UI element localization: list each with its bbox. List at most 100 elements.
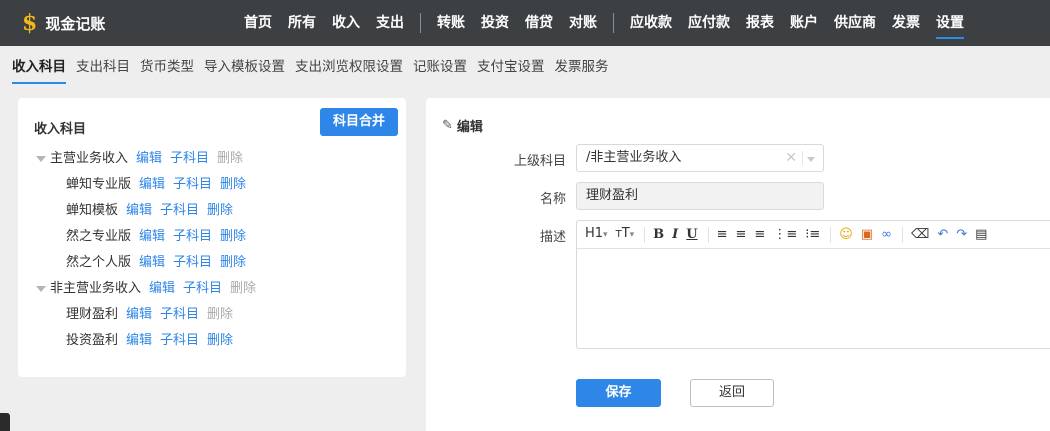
tree-node: 主营业务收入 编辑 子科目 删除 xyxy=(36,146,396,172)
add-child-link[interactable]: 子科目 xyxy=(160,305,199,325)
nav-item[interactable]: 供应商 xyxy=(826,0,884,46)
app-logo[interactable]: $ 现金记账 xyxy=(22,12,232,34)
nav-item[interactable]: 账户 xyxy=(782,0,826,46)
edit-panel: ✎ 编辑 上级科目 /非主营业务收入 ✕ 名称 理财盈利 描述 H1▾ TT▾ … xyxy=(426,98,1050,431)
emoji-icon[interactable]: ☺ xyxy=(839,227,853,243)
ordered-list-icon[interactable]: ⋮≡ xyxy=(773,227,797,243)
tree-node: 非主营业务收入 编辑 子科目 删除 xyxy=(36,276,396,302)
settings-tab[interactable]: 支出浏览权限设置 xyxy=(295,46,403,88)
underline-icon[interactable]: U xyxy=(686,227,697,243)
edit-link[interactable]: 编辑 xyxy=(126,201,152,221)
delete-link[interactable]: 删除 xyxy=(220,175,246,195)
caret-down-icon[interactable] xyxy=(36,156,46,162)
italic-icon[interactable]: I xyxy=(672,227,678,243)
nav-divider xyxy=(420,13,421,33)
settings-tab[interactable]: 收入科目 xyxy=(12,46,66,88)
nav-item[interactable]: 投资 xyxy=(473,0,517,46)
tree-node-label: 然之专业版 xyxy=(66,229,132,244)
edit-heading: ✎ 编辑 xyxy=(442,116,483,135)
edit-link[interactable]: 编辑 xyxy=(149,279,175,299)
align-right-icon[interactable]: ≡ xyxy=(754,227,765,243)
delete-link[interactable]: 删除 xyxy=(207,201,233,221)
add-child-link[interactable]: 子科目 xyxy=(173,175,212,195)
editor-toolbar: H1▾ TT▾ B I U ≡ ≡ ≡ ⋮≡ ⁝≡ ☺ ▣ ∞ ⌫ ↶ ↷ ▤ xyxy=(577,221,1050,249)
edit-link[interactable]: 编辑 xyxy=(126,331,152,351)
add-child-link[interactable]: 子科目 xyxy=(170,149,209,169)
top-navbar: $ 现金记账 首页 所有 收入 支出 转账 投资 借贷 对账 应收款 应付款 报表 账户 供应商 发票 设置 xyxy=(0,0,1050,46)
link-icon[interactable]: ∞ xyxy=(881,227,892,243)
nav-item[interactable]: 发票 xyxy=(884,0,928,46)
settings-tab[interactable]: 支出科目 xyxy=(76,46,130,88)
clear-icon[interactable]: ✕ xyxy=(785,151,797,165)
delete-link: 删除 xyxy=(217,151,244,166)
delete-link[interactable]: 删除 xyxy=(207,331,233,351)
chevron-down-icon[interactable] xyxy=(807,157,815,162)
delete-link[interactable]: 删除 xyxy=(220,227,246,247)
add-child-link[interactable]: 子科目 xyxy=(160,201,199,221)
align-center-icon[interactable]: ≡ xyxy=(736,227,747,243)
add-child-link[interactable]: 子科目 xyxy=(173,227,212,247)
edit-link[interactable]: 编辑 xyxy=(139,227,165,247)
panel-title: 收入科目 xyxy=(34,122,87,137)
unordered-list-icon[interactable]: ⁝≡ xyxy=(805,227,820,243)
dollar-logo-icon: $ xyxy=(22,10,38,36)
add-child-link[interactable]: 子科目 xyxy=(183,279,222,299)
nav-item[interactable]: 收入 xyxy=(324,0,368,46)
font-size-dropdown[interactable]: TT▾ xyxy=(616,226,635,243)
undo-icon[interactable]: ↶ xyxy=(937,227,948,243)
parent-subject-select[interactable]: /非主营业务收入 ✕ xyxy=(576,144,824,172)
tree-child-node: 理财盈利 编辑 子科目 删除 xyxy=(36,302,396,328)
add-child-link[interactable]: 子科目 xyxy=(160,331,199,351)
heading-dropdown[interactable]: H1▾ xyxy=(585,226,608,243)
toolbar-divider xyxy=(707,226,709,243)
caret-down-icon[interactable] xyxy=(36,286,46,292)
source-icon[interactable]: ▤ xyxy=(975,227,987,243)
settings-tab[interactable]: 货币类型 xyxy=(140,46,194,88)
nav-item[interactable]: 应付款 xyxy=(680,0,738,46)
merge-subjects-button[interactable]: 科目合并 xyxy=(320,108,398,136)
edit-link[interactable]: 编辑 xyxy=(126,305,152,325)
settings-tab[interactable]: 导入模板设置 xyxy=(204,46,285,88)
image-icon[interactable]: ▣ xyxy=(861,227,873,243)
edit-link[interactable]: 编辑 xyxy=(139,253,165,273)
name-label: 名称 xyxy=(539,192,566,207)
parent-subject-value: /非主营业务收入 xyxy=(586,150,682,165)
bold-icon[interactable]: B xyxy=(653,227,664,243)
nav-item[interactable]: 支出 xyxy=(368,0,412,46)
settings-tab[interactable]: 支付宝设置 xyxy=(477,46,545,88)
redo-icon[interactable]: ↷ xyxy=(956,227,967,243)
pencil-icon: ✎ xyxy=(442,118,453,133)
edit-link[interactable]: 编辑 xyxy=(139,175,165,195)
tree-child-node: 然之个人版 编辑 子科目 删除 xyxy=(36,250,396,276)
nav-item[interactable]: 借贷 xyxy=(517,0,561,46)
edit-link[interactable]: 编辑 xyxy=(136,149,162,169)
description-label: 描述 xyxy=(539,230,566,245)
nav-item[interactable]: 应收款 xyxy=(622,0,680,46)
tree-child-node: 蝉知专业版 编辑 子科目 删除 xyxy=(36,172,396,198)
toolbar-divider xyxy=(830,226,832,243)
settings-tab[interactable]: 发票服务 xyxy=(555,46,609,88)
tree-node-label: 蝉知模板 xyxy=(66,203,119,218)
save-button[interactable]: 保存 xyxy=(576,379,661,407)
tree-node-label: 投资盈利 xyxy=(66,333,119,348)
description-editor[interactable]: H1▾ TT▾ B I U ≡ ≡ ≡ ⋮≡ ⁝≡ ☺ ▣ ∞ ⌫ ↶ ↷ ▤ xyxy=(576,220,1050,349)
nav-item[interactable]: 报表 xyxy=(738,0,782,46)
tree-node-label: 蝉知专业版 xyxy=(66,177,132,192)
add-child-link[interactable]: 子科目 xyxy=(173,253,212,273)
align-left-icon[interactable]: ≡ xyxy=(717,227,728,243)
name-field[interactable]: 理财盈利 xyxy=(576,182,824,210)
nav-item[interactable]: 对账 xyxy=(561,0,605,46)
nav-item[interactable]: 首页 xyxy=(236,0,280,46)
eraser-icon[interactable]: ⌫ xyxy=(911,227,929,243)
settings-tab[interactable]: 记账设置 xyxy=(413,46,467,88)
nav-item[interactable]: 转账 xyxy=(429,0,473,46)
subject-tree: 主营业务收入 编辑 子科目 删除 蝉知专业版 编辑 子科目 删除 蝉知模板 编辑 子科目 删除 然之专业… xyxy=(36,146,396,354)
edit-heading-label: 编辑 xyxy=(456,120,483,135)
tree-node-label: 非主营业务收入 xyxy=(50,281,142,296)
delete-link[interactable]: 删除 xyxy=(220,253,246,273)
parent-subject-label: 上级科目 xyxy=(513,154,566,169)
nav-item[interactable]: 所有 xyxy=(280,0,324,46)
nav-item[interactable]: 设置 xyxy=(928,0,972,46)
back-button[interactable]: 返回 xyxy=(690,379,774,407)
side-tab[interactable] xyxy=(0,413,10,431)
